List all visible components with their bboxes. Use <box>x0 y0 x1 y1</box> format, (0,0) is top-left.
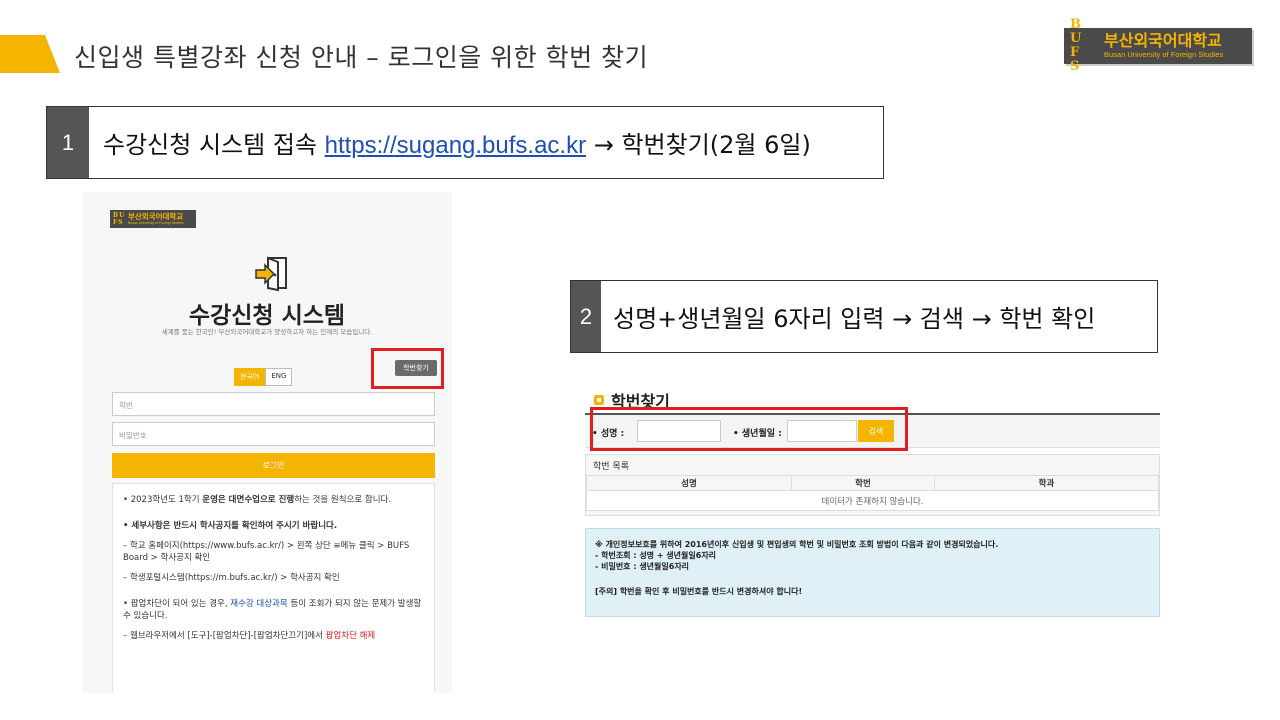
logo-name-kr: 부산외국어대학교 <box>1104 31 1222 50</box>
privacy-info-box: ※ 개인정보보호를 위하여 2016년이후 신입생 및 편입생의 학번 및 비밀… <box>585 528 1160 617</box>
login-system-title: 수강신청 시스템 <box>188 303 346 329</box>
language-toggle: 한국어 ENG <box>234 368 293 386</box>
login-subtitle: 세계를 품는 한국인! 부산외국어대학교가 양성하고자 하는 인재의 모습입니다… <box>161 328 373 336</box>
header-accent-bar <box>0 35 60 73</box>
login-button[interactable]: 로그인 <box>112 453 435 478</box>
step-1-number: 1 <box>47 107 89 178</box>
highlight-find-button <box>371 348 444 389</box>
lang-en-button[interactable]: ENG <box>265 368 293 386</box>
login-screen-screenshot: BU FS 부산외국어대학교 Busan University of Foreig… <box>82 192 452 693</box>
step-2-text: 성명+생년월일 6자리 입력 → 검색 → 학번 확인 <box>613 305 1096 333</box>
highlight-search-form <box>590 407 908 451</box>
step-1-box: 1 수강신청 시스템 접속 https://sugang.bufs.ac.kr … <box>46 106 884 179</box>
step-2-number: 2 <box>571 281 601 352</box>
logo-mark: B U F S <box>1070 17 1085 74</box>
list-title: 학번 목록 <box>593 462 629 472</box>
empty-message: 데이터가 존재하지 않습니다. <box>586 490 1159 511</box>
logo-name-en: Busan University of Foreign Studies <box>1104 50 1224 59</box>
login-logo: BU FS 부산외국어대학교 Busan University of Foreig… <box>110 210 196 228</box>
heading-square-icon <box>594 395 604 405</box>
page-title: 신입생 특별강좌 신청 안내 – 로그인을 위한 학번 찾기 <box>74 43 649 72</box>
sugang-link[interactable]: https://sugang.bufs.ac.kr <box>325 132 586 159</box>
column-header-id: 학번 <box>791 475 935 491</box>
column-header-dept: 학과 <box>934 475 1159 491</box>
student-id-table: 성명 학번 학과 데이터가 존재하지 않습니다. <box>586 475 1159 511</box>
step-2-box: 2 성명+생년월일 6자리 입력 → 검색 → 학번 확인 <box>570 280 1158 353</box>
university-logo: B U F S 부산외국어대학교 Busan University of For… <box>1064 18 1252 74</box>
student-id-list: 학번 목록 성명 학번 학과 데이터가 존재하지 않습니다. <box>585 454 1160 516</box>
lang-ko-button[interactable]: 한국어 <box>234 368 266 386</box>
password-input[interactable]: 비밀번호 <box>112 422 435 446</box>
column-header-name: 성명 <box>586 475 792 491</box>
login-door-icon <box>254 254 292 292</box>
step-1-text: 수강신청 시스템 접속 https://sugang.bufs.ac.kr → … <box>103 131 811 159</box>
student-id-input[interactable]: 학번 <box>112 392 435 416</box>
notice-box: • 2023학년도 1학기 운영은 대면수업으로 진행하는 것을 원칙으로 합니… <box>112 483 435 693</box>
